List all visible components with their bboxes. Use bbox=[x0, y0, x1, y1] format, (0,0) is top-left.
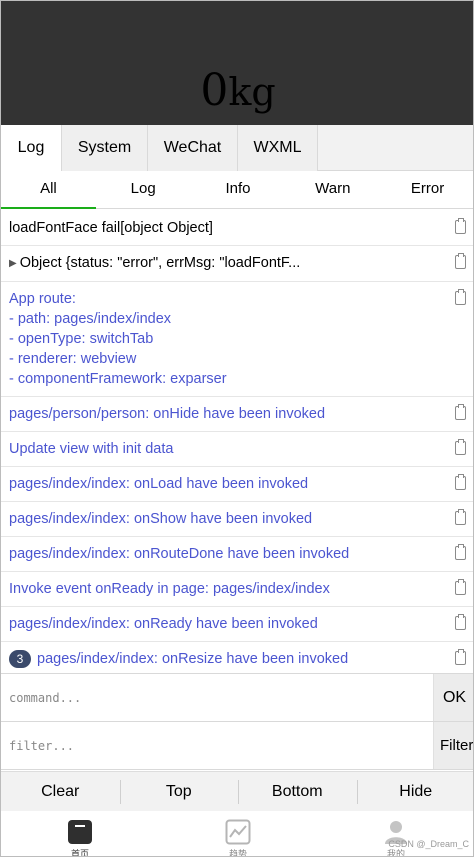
subtab-error[interactable]: Error bbox=[380, 171, 473, 209]
copy-icon[interactable] bbox=[455, 218, 466, 234]
weight-value: 0 bbox=[200, 65, 229, 116]
copy-icon[interactable] bbox=[455, 289, 466, 305]
log-line: pages/index/index: onRouteDone have been… bbox=[9, 544, 441, 564]
filter-row: Filter bbox=[1, 722, 473, 770]
log-entry: pages/index/index: onShow have been invo… bbox=[1, 502, 473, 537]
subtab-warn[interactable]: Warn bbox=[285, 171, 380, 209]
log-line: loadFontFace fail[object Object] bbox=[9, 218, 441, 238]
log-entry: Update view with init data bbox=[1, 432, 473, 467]
log-entry: pages/index/index: onLoad have been invo… bbox=[1, 467, 473, 502]
weight-display: 0kg bbox=[1, 63, 473, 120]
log-line: - path: pages/index/index bbox=[9, 309, 441, 329]
log-entry: pages/index/index: onRouteDone have been… bbox=[1, 537, 473, 572]
copy-icon[interactable] bbox=[455, 404, 466, 420]
command-row: OK bbox=[1, 674, 473, 722]
repeat-count-badge: 3 bbox=[9, 650, 31, 668]
log-entry: App route: - path: pages/index/index - ope… bbox=[1, 282, 473, 397]
copy-icon[interactable] bbox=[455, 474, 466, 490]
watermark: CSDN @_Dream_C bbox=[388, 839, 469, 849]
tabbar-item-mine[interactable]: 我的 bbox=[317, 811, 473, 856]
log-entry: loadFontFace fail[object Object] bbox=[1, 211, 473, 246]
log-text: pages/index/index: onShow have been invo… bbox=[9, 511, 313, 527]
console-actions: Clear Top Bottom Hide bbox=[1, 771, 474, 811]
log-entry: Invoke event onReady in page: pages/inde… bbox=[1, 572, 473, 607]
log-level-tabs: All Log Info Warn Error bbox=[1, 171, 473, 209]
tabbar-label-home: 首页 bbox=[70, 849, 89, 857]
log-entry: pages/person/person: onHide have been in… bbox=[1, 397, 473, 432]
tabbar-label-trend: 趋势 bbox=[228, 849, 247, 857]
log-line: - componentFramework: exparser bbox=[9, 369, 441, 389]
log-line: 3 pages/index/index: onResize have been i… bbox=[9, 649, 441, 669]
copy-icon[interactable] bbox=[455, 253, 466, 269]
expand-triangle-icon[interactable]: ▶ bbox=[9, 254, 17, 274]
bottom-button[interactable]: Bottom bbox=[238, 772, 357, 811]
log-line: pages/index/index: onShow have been invo… bbox=[9, 509, 441, 529]
copy-icon[interactable] bbox=[455, 579, 466, 595]
command-input[interactable] bbox=[1, 674, 433, 721]
log-text: pages/index/index: onRouteDone have been… bbox=[9, 546, 350, 562]
log-text: pages/index/index: onLoad have been invo… bbox=[9, 476, 309, 492]
log-text: pages/index/index: onResize have been in… bbox=[37, 651, 349, 667]
log-text: App route: bbox=[9, 291, 76, 307]
log-line: pages/person/person: onHide have been in… bbox=[9, 404, 441, 424]
log-line: Update view with init data bbox=[9, 439, 441, 459]
copy-icon[interactable] bbox=[455, 544, 466, 560]
tabbar-item-trend[interactable]: 趋势 bbox=[159, 811, 317, 857]
console-main-tabs: Log System WeChat WXML bbox=[1, 125, 473, 171]
hide-button[interactable]: Hide bbox=[356, 772, 474, 811]
home-icon bbox=[67, 819, 93, 850]
console-inputs: OK Filter bbox=[1, 673, 473, 771]
subtab-all[interactable]: All bbox=[1, 171, 96, 209]
copy-icon[interactable] bbox=[455, 439, 466, 455]
log-text: Object {status: "error", errMsg: "loadFo… bbox=[19, 255, 301, 271]
tab-system[interactable]: System bbox=[62, 125, 148, 171]
log-text: Invoke event onReady in page: pages/inde… bbox=[9, 581, 330, 597]
log-line: - openType: switchTab bbox=[9, 329, 441, 349]
filter-button[interactable]: Filter bbox=[433, 722, 473, 769]
log-entry: pages/index/index: onReady have been inv… bbox=[1, 607, 473, 642]
log-line: - renderer: webview bbox=[9, 349, 441, 369]
clear-button[interactable]: Clear bbox=[1, 772, 120, 811]
log-line: ▶ Object {status: "error", errMsg: "loadF… bbox=[9, 253, 441, 274]
app-screen: 0kg Log System WeChat WXML All Log Info … bbox=[0, 0, 474, 857]
log-text: loadFontFace fail[object Object] bbox=[9, 220, 213, 236]
trend-chart-icon bbox=[225, 819, 251, 850]
copy-icon[interactable] bbox=[455, 649, 466, 665]
subtab-info[interactable]: Info bbox=[191, 171, 286, 209]
filter-input[interactable] bbox=[1, 722, 433, 769]
copy-icon[interactable] bbox=[455, 614, 466, 630]
log-line: pages/index/index: onReady have been inv… bbox=[9, 614, 441, 634]
tab-wechat[interactable]: WeChat bbox=[148, 125, 238, 171]
log-entry: ▶ Object {status: "error", errMsg: "loadF… bbox=[1, 246, 473, 282]
tab-log[interactable]: Log bbox=[1, 125, 62, 171]
log-text: pages/index/index: onReady have been inv… bbox=[9, 616, 318, 632]
log-text: - path: pages/index/index bbox=[9, 311, 172, 327]
tab-wxml[interactable]: WXML bbox=[238, 125, 318, 171]
log-text: pages/person/person: onHide have been in… bbox=[9, 406, 326, 422]
log-list[interactable]: loadFontFace fail[object Object] ▶ Object … bbox=[1, 211, 473, 673]
log-entry: 3 pages/index/index: onResize have been i… bbox=[1, 642, 473, 673]
log-text: Update view with init data bbox=[9, 441, 174, 457]
log-line: pages/index/index: onLoad have been invo… bbox=[9, 474, 441, 494]
log-text: - openType: switchTab bbox=[9, 331, 154, 347]
log-line: App route: bbox=[9, 289, 441, 309]
ok-button[interactable]: OK bbox=[433, 674, 473, 721]
top-button[interactable]: Top bbox=[119, 772, 239, 811]
log-text: - componentFramework: exparser bbox=[9, 371, 227, 387]
log-line: Invoke event onReady in page: pages/inde… bbox=[9, 579, 441, 599]
log-text: - renderer: webview bbox=[9, 351, 137, 367]
weight-header: 0kg bbox=[1, 1, 473, 125]
copy-icon[interactable] bbox=[455, 509, 466, 525]
subtab-log[interactable]: Log bbox=[96, 171, 191, 209]
weight-unit: kg bbox=[228, 70, 276, 114]
bottom-tabbar: 首页 趋势 我的 bbox=[1, 811, 473, 857]
tabbar-item-home[interactable]: 首页 bbox=[1, 811, 159, 857]
vconsole-panel: Log System WeChat WXML All Log Info Warn… bbox=[1, 125, 473, 771]
